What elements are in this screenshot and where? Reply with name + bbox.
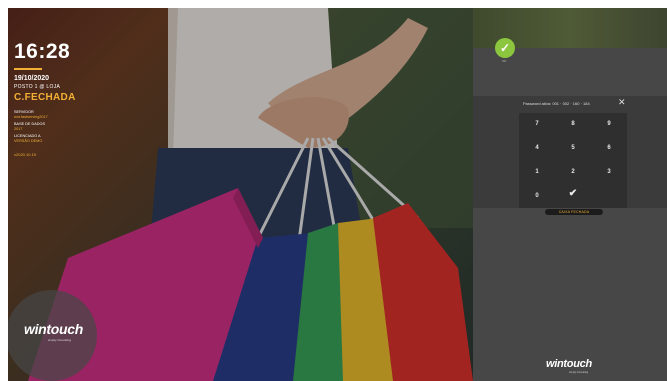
clock-time: 16:28: [14, 40, 71, 63]
key-1[interactable]: 1: [519, 161, 555, 183]
pin-pad-header: Password ativa: 001 · 002 · 160 · 184 ✕: [473, 96, 667, 111]
meta-license-value: VERSÃO DEMO: [14, 139, 43, 143]
key-4[interactable]: 4: [519, 137, 555, 159]
cashier-status: C.FECHADA: [14, 92, 76, 103]
brand-logo: wintouch: [24, 321, 84, 337]
password-field-label: Password ativa: 001 · 002 · 160 · 184: [523, 101, 590, 106]
pos-screen: 16:28 19/10/2020 POSTO 1 @ LOJA C.FECHAD…: [8, 8, 667, 381]
key-6[interactable]: 6: [591, 137, 627, 159]
status-info: 16:28 19/10/2020 POSTO 1 @ LOJA C.FECHAD…: [14, 40, 76, 157]
keypad: 7 8 9 4 5 6 1 2 3 0 ✔: [519, 113, 627, 208]
checkmark-icon[interactable]: ✓: [495, 38, 515, 58]
check-label: OK: [502, 59, 507, 63]
system-meta: SERVIDOR wnt.fastserving2017 BASE DE DAD…: [14, 110, 76, 144]
key-5[interactable]: 5: [555, 137, 591, 159]
meta-server-value: wnt.fastserving2017: [14, 115, 48, 119]
key-7[interactable]: 7: [519, 113, 555, 135]
confirm-check-icon[interactable]: ✔: [555, 183, 591, 205]
brand-tagline-panel: simply innovating: [569, 371, 589, 374]
key-8[interactable]: 8: [555, 113, 591, 135]
version-label: v2020.10.19: [14, 152, 37, 157]
caixa-fechada-button[interactable]: CAIXA FECHADA: [545, 209, 603, 215]
login-panel: ✓ OK Password ativa: 001 · 002 · 160 · 1…: [473, 8, 667, 381]
clock-date: 19/10/2020: [14, 75, 50, 82]
brand-logo-panel: wintouch: [546, 358, 592, 370]
brand-tagline: simply innovating: [48, 338, 72, 342]
meta-db-value: 2017: [14, 127, 23, 131]
key-9[interactable]: 9: [591, 113, 627, 135]
pin-pad: Password ativa: 001 · 002 · 160 · 184 ✕ …: [473, 96, 667, 208]
key-0[interactable]: 0: [519, 185, 555, 207]
key-2[interactable]: 2: [555, 161, 591, 183]
close-icon[interactable]: ✕: [618, 97, 626, 107]
posto-label: POSTO 1 @ LOJA: [14, 84, 61, 90]
key-3[interactable]: 3: [591, 161, 627, 183]
clock-underline: [14, 68, 42, 70]
background-photo: 16:28 19/10/2020 POSTO 1 @ LOJA C.FECHAD…: [8, 8, 473, 381]
